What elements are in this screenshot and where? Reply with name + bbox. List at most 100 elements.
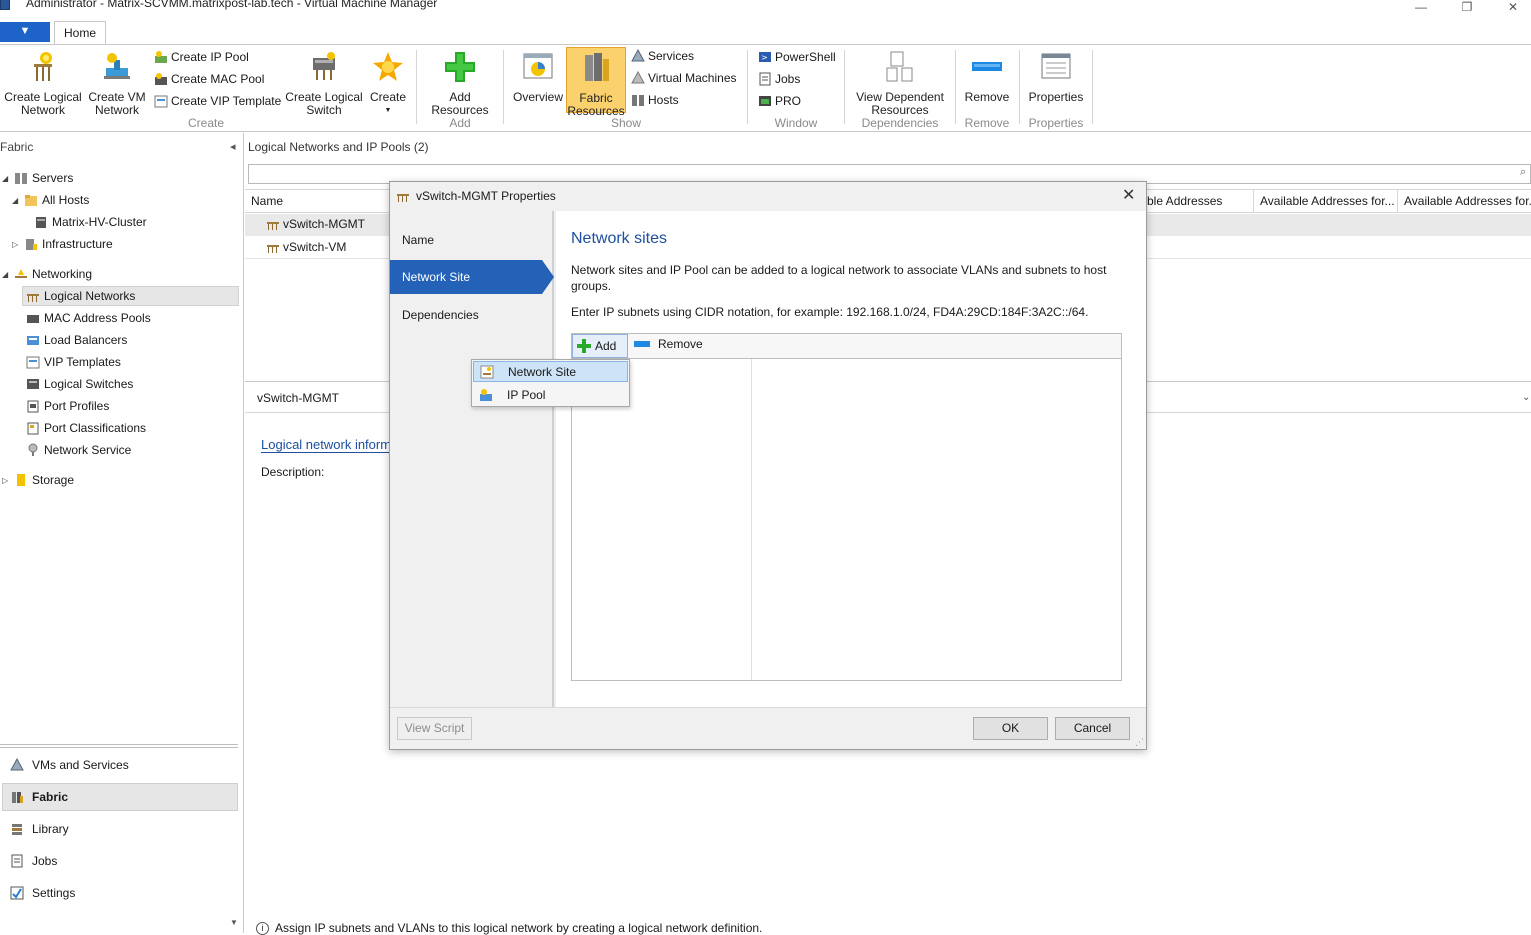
create-logical-network-label: Create Logical Network (4, 90, 82, 117)
expand-caret-icon[interactable]: ▷ (2, 476, 10, 485)
create-logical-switch-label: Create Logical Switch (285, 90, 363, 117)
dialog-nav-name[interactable]: Name (390, 223, 554, 257)
column-header-available-addresses-for[interactable]: Available Addresses for... (1397, 189, 1531, 213)
workspace-library[interactable]: Library (0, 815, 238, 843)
tree-item-port-profiles[interactable]: Port Profiles (26, 399, 109, 413)
powershell-button[interactable]: > PowerShell (758, 50, 836, 64)
workspace-fabric[interactable]: Fabric (0, 783, 238, 811)
logical-network-info-link[interactable]: Logical network inform (261, 437, 392, 453)
file-menu-tab[interactable]: ▼ (0, 22, 50, 42)
expand-caret-icon[interactable]: ▷ (12, 240, 20, 249)
hosts-button[interactable]: Hosts (631, 93, 679, 107)
vip-template-icon (26, 356, 40, 369)
create-vip-template-label: Create VIP Template (171, 94, 282, 108)
minimize-button[interactable]: — (1406, 0, 1436, 16)
tree-item-logical-networks[interactable]: Logical Networks (26, 289, 135, 303)
group-label-dependencies: Dependencies (861, 116, 939, 130)
tree-item-vip-templates[interactable]: VIP Templates (26, 355, 121, 369)
tree-item-storage[interactable]: ▷ Storage (2, 473, 74, 487)
resize-grip-icon[interactable]: ⋰ (1135, 737, 1144, 748)
virtual-machines-button[interactable]: Virtual Machines (631, 71, 737, 85)
create-logical-network-button[interactable]: Create Logical Network (2, 50, 84, 117)
dialog-title-text: vSwitch-MGMT Properties (416, 189, 556, 203)
table-row[interactable]: vSwitch-MGMT (266, 217, 365, 231)
dialog-nav-network-site[interactable]: Network Site (390, 260, 554, 294)
view-script-button[interactable]: View Script (397, 717, 472, 740)
fabric-resources-button[interactable]: Fabric Resources (566, 47, 626, 118)
tree-item-mac-address-pools[interactable]: MAC Address Pools (26, 311, 151, 325)
tree-item-network-service[interactable]: Network Service (26, 443, 131, 457)
restore-button[interactable]: ❐ (1452, 0, 1482, 16)
networking-icon (15, 269, 27, 278)
tree-label: Networking (32, 267, 93, 281)
remove-ribbon-button[interactable]: Remove (960, 50, 1014, 104)
tree-item-load-balancers[interactable]: Load Balancers (26, 333, 127, 347)
create-label: Create (369, 90, 407, 104)
vm-network-icon (104, 53, 130, 79)
expand-caret-icon[interactable]: ◢ (2, 174, 10, 183)
view-dependent-resources-button[interactable]: View Dependent Resources (850, 50, 950, 117)
create-logical-switch-button[interactable]: Create Logical Switch (284, 50, 364, 117)
close-button[interactable]: ✕ (1498, 0, 1528, 16)
logical-network-icon (34, 52, 52, 81)
group-label-create: Create (187, 116, 225, 130)
hosts-icon (632, 95, 644, 106)
add-resources-button[interactable]: Add Resources (424, 50, 496, 117)
create-ip-pool-label: Create IP Pool (171, 50, 249, 64)
properties-ribbon-button[interactable]: Properties (1024, 50, 1088, 104)
tree-item-logical-switches[interactable]: Logical Switches (26, 377, 133, 391)
search-icon[interactable]: ⌕ (1520, 166, 1526, 179)
cluster-icon (36, 217, 46, 228)
properties-ribbon-label: Properties (1028, 90, 1084, 104)
pro-button[interactable]: PRO (758, 94, 801, 108)
tree-item-infrastructure[interactable]: ▷ Infrastructure (12, 237, 113, 251)
create-vip-template-button[interactable]: Create VIP Template (154, 94, 281, 108)
add-button[interactable]: Add (572, 334, 628, 358)
menu-item-ip-pool[interactable]: IP Pool (473, 384, 628, 405)
tree-item-servers[interactable]: ◢ Servers (2, 171, 73, 185)
settings-icon (10, 886, 24, 900)
create-vm-network-button[interactable]: Create VM Network (84, 50, 150, 117)
network-site-icon (480, 365, 494, 378)
tab-home[interactable]: Home (54, 21, 106, 45)
chevron-down-icon[interactable]: ⌄ (1522, 392, 1530, 403)
ok-button[interactable]: OK (973, 717, 1048, 740)
description-label: Description: (261, 465, 325, 479)
overview-button[interactable]: Overview (510, 50, 566, 104)
column-header-available-addresses-for[interactable]: Available Addresses for... (1253, 189, 1398, 213)
workspace-jobs[interactable]: Jobs (0, 847, 238, 875)
create-ip-pool-button[interactable]: Create IP Pool (154, 50, 249, 64)
tree-item-networking[interactable]: ◢ Networking (2, 267, 92, 281)
table-row[interactable]: vSwitch-VM (266, 240, 346, 254)
column-header-available-addresses[interactable]: ble Addresses (1140, 189, 1254, 213)
tree-item-port-classifications[interactable]: Port Classifications (26, 421, 146, 435)
create-button[interactable]: Create ▼ (366, 50, 410, 117)
tree-label: MAC Address Pools (44, 311, 151, 325)
network-sites-tree[interactable] (572, 359, 752, 680)
dialog-footer-divider (390, 707, 1146, 708)
tree-item-all-hosts[interactable]: ◢ All Hosts (12, 193, 89, 207)
dialog-close-button[interactable]: ✕ (1122, 185, 1135, 205)
jobs-button[interactable]: Jobs (758, 72, 800, 86)
scroll-down-icon[interactable]: ▼ (230, 918, 238, 927)
remove-button[interactable]: Remove (634, 337, 703, 351)
cancel-button[interactable]: Cancel (1055, 717, 1130, 740)
add-resources-label: Add Resources (431, 90, 489, 117)
expand-caret-icon[interactable]: ◢ (2, 270, 10, 279)
column-header-name[interactable]: Name (245, 189, 390, 213)
expand-caret-icon[interactable]: ◢ (12, 196, 20, 205)
row-name: vSwitch-VM (283, 240, 347, 254)
remove-label: Remove (658, 337, 703, 351)
tree-label: Port Classifications (44, 421, 147, 435)
menu-item-network-site[interactable]: Network Site (473, 361, 628, 382)
collapse-pane-icon[interactable]: ◂ (230, 140, 236, 153)
workspace-settings[interactable]: Settings (0, 879, 238, 907)
services-button[interactable]: Services (631, 49, 694, 63)
content-title: Logical Networks and IP Pools (2) (248, 140, 429, 154)
workspace-splitter[interactable] (0, 744, 238, 748)
port-classification-icon (27, 422, 39, 435)
create-mac-pool-button[interactable]: Create MAC Pool (154, 72, 264, 86)
tree-item-cluster[interactable]: Matrix-HV-Cluster (34, 215, 147, 229)
dialog-nav-dependencies[interactable]: Dependencies (390, 298, 554, 332)
workspace-vms-and-services[interactable]: VMs and Services (0, 751, 238, 779)
